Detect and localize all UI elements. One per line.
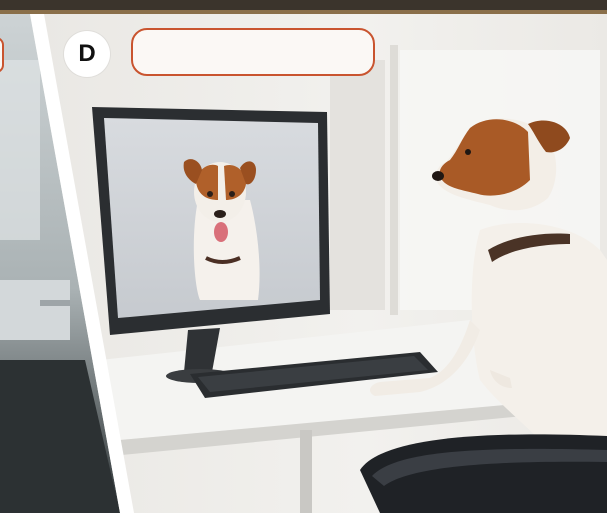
previous-answer-box: [0, 37, 4, 73]
photo-scene: [0, 0, 607, 513]
panel-label: D: [78, 40, 96, 67]
answer-input-box[interactable]: [131, 28, 375, 76]
panel-label-badge: D: [64, 31, 110, 77]
